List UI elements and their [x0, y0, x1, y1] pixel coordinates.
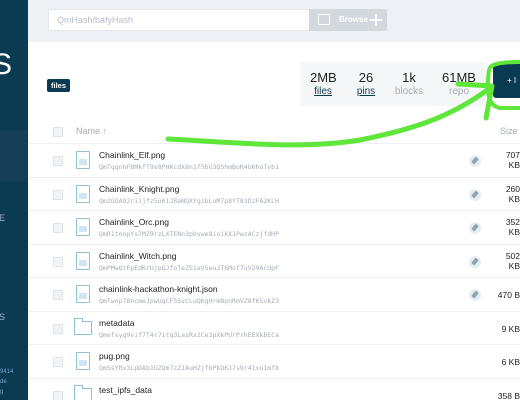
file-name[interactable]: pug.png — [99, 351, 130, 361]
table-row[interactable]: metadata Qmefsyq9vif7T4r7itq3LasRx2Ce3pX… — [28, 312, 520, 345]
browse-label: Browse — [339, 15, 368, 24]
breadcrumb-files[interactable]: files — [47, 79, 71, 92]
json-file-icon — [76, 285, 90, 303]
image-file-icon — [76, 251, 90, 270]
sidebar-item-label[interactable]: S — [0, 312, 6, 322]
table-header: Name ↑ Size — [28, 120, 520, 144]
stat-blocks-label: blocks — [394, 86, 424, 97]
row-checkbox[interactable] — [53, 189, 63, 200]
row-checkbox[interactable] — [53, 156, 63, 166]
top-bar: QmHash/bafyHash Browse — [28, 0, 520, 42]
file-size: 502 KB — [505, 250, 520, 271]
pin-icon[interactable] — [469, 155, 481, 167]
stat-blocks: 1k blocks — [394, 70, 424, 97]
name-column-header[interactable]: Name ↑ — [76, 126, 107, 136]
file-hash: Qm2GQA92ri1jfz5u61JRaNQXYg1bLuM7p8YT83Dz… — [99, 196, 280, 205]
table-row[interactable]: Chainlink_Elf.png QmTqqnhF8MkfT9s8PHKcdX… — [28, 144, 520, 178]
file-name[interactable]: Chainlink_Witch.png — [99, 251, 176, 261]
sidebar-item-files-active[interactable] — [0, 130, 28, 182]
folder-icon — [74, 384, 92, 400]
stat-pins[interactable]: 26 pins — [353, 70, 379, 97]
pin-icon[interactable] — [469, 289, 481, 301]
folder-icon — [74, 317, 92, 335]
table-row[interactable]: test_ipfs_data 358 B — [28, 379, 520, 400]
sidebar-item-label[interactable]: E — [0, 213, 6, 223]
pin-icon[interactable] — [469, 188, 481, 201]
row-checkbox[interactable] — [53, 390, 63, 400]
hash-search-input[interactable]: QmHash/bafyHash — [48, 9, 310, 31]
sidebar: S E S 9414 de g — [0, 0, 28, 400]
file-name[interactable]: Chainlink_Knight.png — [99, 184, 179, 194]
select-all-checkbox[interactable] — [53, 127, 63, 137]
file-size: 260 KB — [505, 183, 520, 204]
size-column-header[interactable]: Size — [500, 126, 518, 136]
repo-stats: 2MB files 26 pins 1k blocks 61MB repo — [300, 62, 486, 106]
row-checkbox[interactable] — [53, 357, 63, 367]
image-file-icon — [76, 352, 90, 370]
row-checkbox[interactable] — [53, 223, 63, 233]
file-hash: QmTwnp78ncmeJpwUqCF5SvCLuQKqHrm8pnRmVZ8f… — [99, 297, 280, 305]
image-file-icon — [76, 151, 90, 169]
table-row[interactable]: Chainlink_Witch.png QmPMwQtFpEdKrUjpQJfo… — [28, 245, 520, 278]
file-size: 358 B — [497, 390, 520, 400]
file-size: 470 B — [497, 290, 520, 300]
browse-icon — [318, 14, 330, 25]
row-checkbox[interactable] — [53, 256, 63, 267]
stat-files[interactable]: 2MB files — [310, 70, 337, 97]
app-logo: S — [0, 48, 13, 81]
import-button[interactable]: + I — [493, 64, 520, 98]
row-checkbox[interactable] — [53, 323, 63, 334]
file-name[interactable]: metadata — [99, 318, 134, 328]
file-name[interactable]: chainlink-hackathon-knight.json — [99, 284, 218, 294]
stat-repo-label: repo — [448, 86, 469, 97]
file-size: 6 KB — [501, 357, 520, 367]
file-name[interactable]: Chainlink_Orc.png — [99, 217, 169, 227]
row-checkbox[interactable] — [53, 290, 63, 300]
table-row[interactable]: pug.png QmSsYRx3LpDAb1GZQm7zZ1AuHZjfbPkD… — [28, 345, 520, 379]
stat-pins-value: 26 — [358, 70, 374, 85]
file-hash: QmPMwQtFpEdKrUjpQJfoTeZS1aVSeuJT6Mof7uV2… — [99, 263, 280, 272]
file-hash: QmR1toopYs7MZ9rzLXTENn3pbvwe8ioikX1PwzAC… — [99, 230, 280, 238]
table-row[interactable]: chainlink-hackathon-knight.json QmTwnp78… — [28, 278, 520, 312]
stat-pins-label[interactable]: pins — [353, 86, 379, 97]
file-size: 707 KB — [505, 150, 520, 170]
file-size: 9 KB — [501, 323, 520, 334]
import-label: + I — [507, 76, 517, 85]
peer-count-fragment: 9414 — [0, 369, 14, 375]
pin-icon[interactable] — [469, 222, 481, 234]
stat-files-label[interactable]: files — [310, 86, 336, 97]
stat-repo-value: 61MB — [442, 70, 476, 85]
plus-icon — [369, 13, 383, 27]
file-hash: Qmefsyq9vif7T4r7itq3LasRx2Ce3pXkPUrPrhEE… — [99, 330, 280, 339]
image-file-icon — [76, 218, 90, 236]
peer-count-fragment: g — [0, 389, 4, 395]
file-size: 352 KB — [505, 217, 520, 237]
file-hash: QmSsYRx3LpDAb1GZQm7zZ1AuHZjfbPkD6J7s9r41… — [99, 364, 280, 372]
file-name[interactable]: Chainlink_Elf.png — [99, 150, 165, 160]
pin-icon[interactable] — [469, 255, 481, 268]
peer-count-fragment: de — [0, 379, 7, 385]
file-hash: QmTqqnhF8MkfT9s8PHKcdX8n1f5bG3Q5hmBoR4U6… — [99, 163, 280, 171]
image-file-icon — [76, 184, 90, 203]
table-row[interactable]: Chainlink_Orc.png QmR1toopYs7MZ9rzLXTENn… — [28, 211, 520, 245]
browse-button[interactable]: Browse — [309, 9, 387, 31]
stat-repo: 61MB repo — [440, 70, 478, 97]
file-name[interactable]: test_ipfs_data — [99, 385, 152, 395]
table-row[interactable]: Chainlink_Knight.png Qm2GQA92ri1jfz5u61J… — [28, 178, 520, 211]
stat-blocks-value: 1k — [402, 70, 416, 85]
stat-files-value: 2MB — [310, 70, 337, 85]
